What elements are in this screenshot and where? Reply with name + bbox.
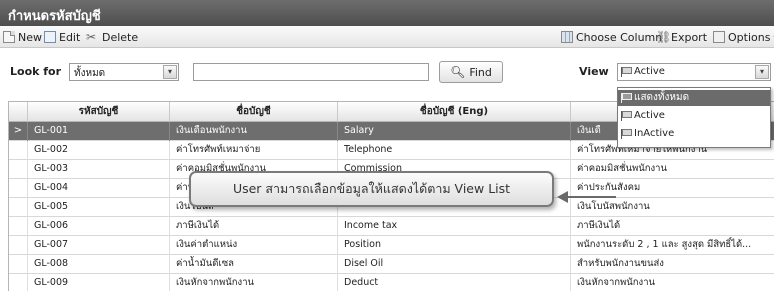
view-option-inactive[interactable]: InActive [618, 126, 770, 142]
row-marker [9, 198, 28, 217]
row-marker [9, 255, 28, 274]
table-row[interactable]: GL-007 เงินค่าตำแหน่ง Position พนักงานระดับ… [9, 236, 774, 255]
row-marker [9, 179, 28, 198]
window-title: กำหนดรหัสบัญชี [0, 0, 774, 26]
table-row[interactable]: GL-008 ค่าน้ำมันดีเซล Disel Oil สำหรับพนักง… [9, 255, 774, 274]
cell-name-en: Disel Oil [338, 255, 571, 274]
cell-code: GL-003 [28, 160, 170, 179]
options-button-label: Options [728, 30, 771, 44]
scissors-icon: ✂ [86, 30, 97, 44]
row-marker [9, 141, 28, 160]
columns-icon [561, 31, 573, 43]
export-button-label: Export [671, 30, 708, 44]
new-button-label: New [18, 30, 42, 44]
edit-button-label: Edit [59, 30, 81, 44]
view-dropdown-list: แสดงทั้งหมด Active InActive [617, 87, 771, 148]
new-button[interactable]: New [3, 29, 42, 45]
row-marker [9, 217, 28, 236]
column-header-code[interactable]: รหัสบัญชี [28, 102, 170, 122]
column-header-name-en[interactable]: ชื่อบัญชี (Eng) [338, 102, 571, 122]
column-header-name[interactable]: ชื่อบัญชี [170, 102, 338, 122]
view-label: View [579, 65, 609, 78]
find-button[interactable]: 🔍︎ Find [439, 61, 503, 83]
cell-name: เงินหักจากพนักงาน [170, 274, 338, 291]
cell-name: ค่าน้ำมันดีเซล [170, 255, 338, 274]
cell-name-en: Position [338, 236, 571, 255]
edit-icon [44, 31, 56, 43]
view-option-show-all[interactable]: แสดงทั้งหมด [618, 90, 770, 106]
chevron-down-icon[interactable]: ▾ [163, 65, 177, 79]
cell-name: ภาษีเงินได้ [170, 217, 338, 236]
row-marker [9, 236, 28, 255]
cell-description: สำหรับพนักงานขนส่ง [571, 255, 774, 274]
look-for-select[interactable]: ทั้งหมด ▾ [69, 63, 179, 81]
cell-code: GL-007 [28, 236, 170, 255]
search-input[interactable] [193, 63, 429, 81]
annotation-callout: User สามารถเลือกข้อมูลให้แสดงได้ตาม View… [189, 171, 554, 207]
cell-description: เงินหักจากพนักงาน [571, 274, 774, 291]
cell-code: GL-005 [28, 198, 170, 217]
flag-icon [621, 111, 632, 121]
delete-button-label: Delete [102, 30, 139, 44]
options-icon [713, 31, 725, 43]
cell-code: GL-004 [28, 179, 170, 198]
cell-description: ค่าคอมมิสชั่นพนักงาน [571, 160, 774, 179]
annotation-arrow-line [568, 196, 616, 198]
cell-name: เงินค่าตำแหน่ง [170, 236, 338, 255]
view-option-active[interactable]: Active [618, 108, 770, 124]
cell-description: พนักงานระดับ 2 , 1 และ สูงสุด มีสิทธิ์ได… [571, 236, 774, 255]
view-option-label: แสดงทั้งหมด [634, 92, 690, 103]
cell-code: GL-008 [28, 255, 170, 274]
toolbar: New Edit ✂ Delete Choose Column ⛓ Export… [0, 26, 774, 48]
table-row[interactable]: GL-006 ภาษีเงินได้ Income tax ภาษีเงินได้ [9, 217, 774, 236]
view-option-label: Active [634, 110, 665, 121]
row-marker [9, 160, 28, 179]
choose-column-label: Choose Column [576, 30, 663, 44]
cell-name-en: Salary [338, 122, 571, 141]
annotation-arrow-icon [557, 191, 568, 203]
chevron-down-icon[interactable]: ▾ [755, 65, 769, 79]
cell-description: ภาษีเงินได้ [571, 217, 774, 236]
new-document-icon [3, 31, 15, 43]
view-option-label: InActive [634, 128, 675, 139]
cell-name: ค่าโทรศัพท์เหมาจ่าย [170, 141, 338, 160]
view-select[interactable]: Active ▾ [617, 63, 771, 81]
look-for-label: Look for [10, 65, 62, 78]
choose-column-button[interactable]: Choose Column [561, 29, 662, 45]
cell-name: เงินเดือนพนักงาน [170, 122, 338, 141]
row-marker: > [9, 122, 28, 141]
cell-name-en: Telephone [338, 141, 571, 160]
delete-button[interactable]: ✂ Delete [86, 29, 138, 45]
edit-button[interactable]: Edit [44, 29, 80, 45]
find-button-label: Find [469, 65, 492, 79]
flag-icon [621, 67, 632, 77]
table-row[interactable]: GL-009 เงินหักจากพนักงาน Deduct เงินหักจากพ… [9, 274, 774, 291]
cell-code: GL-002 [28, 141, 170, 160]
options-button[interactable]: Options ▾ [713, 29, 774, 45]
cell-name-en: Income tax [338, 217, 571, 236]
flag-icon [621, 93, 632, 103]
cell-name-en: Deduct [338, 274, 571, 291]
cell-code: GL-009 [28, 274, 170, 291]
flag-icon [621, 129, 632, 139]
cell-description: เงินโบนัสพนักงาน [571, 198, 774, 217]
cell-code: GL-006 [28, 217, 170, 236]
row-marker-header [9, 102, 28, 122]
row-marker [9, 274, 28, 291]
export-button[interactable]: ⛓ Export [656, 29, 707, 45]
view-value: Active [634, 66, 665, 77]
search-icon: 🔍︎ [450, 65, 466, 79]
export-icon: ⛓ [656, 30, 672, 44]
look-for-value: ทั้งหมด [74, 68, 106, 79]
cell-code: GL-001 [28, 122, 170, 141]
